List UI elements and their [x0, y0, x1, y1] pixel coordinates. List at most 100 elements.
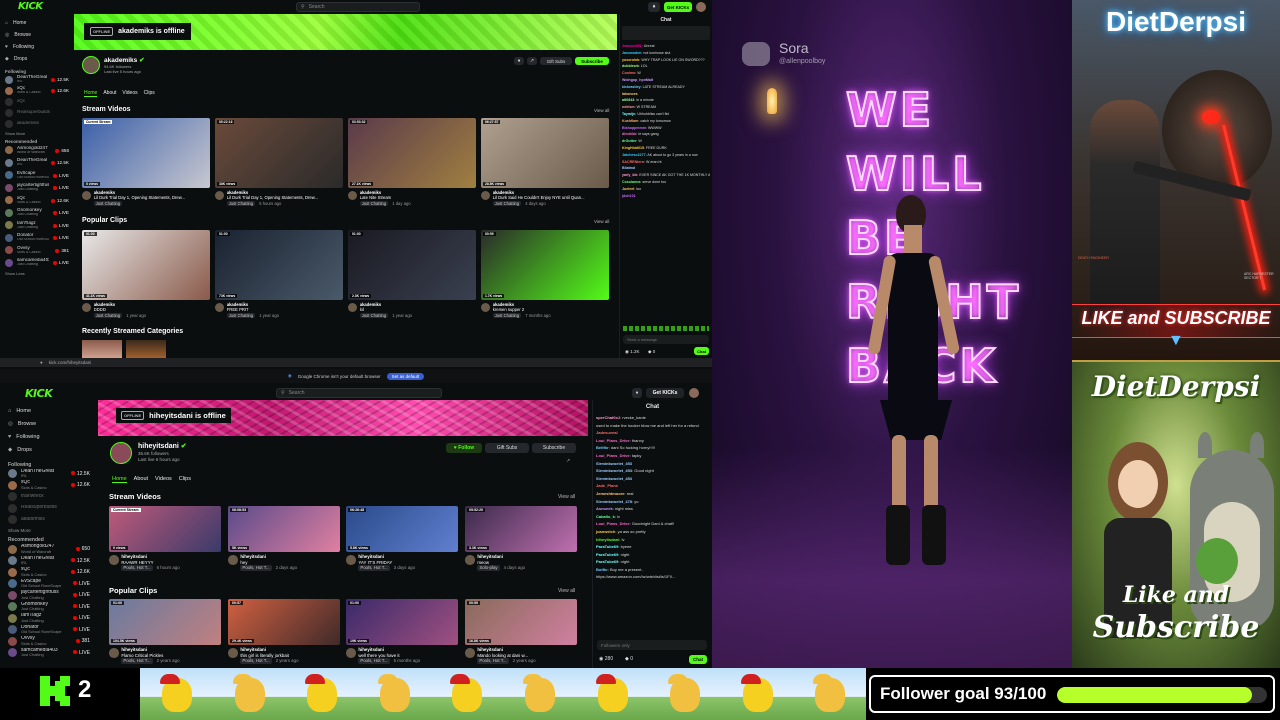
chat-username[interactable]: Jaxswoden	[622, 51, 641, 55]
category-tag[interactable]: Just Chatting	[359, 312, 389, 318]
sidebar-channel[interactable]: akademiks	[8, 514, 90, 526]
tab-about[interactable]: About	[103, 90, 116, 97]
avatar[interactable]	[696, 2, 706, 12]
chat-username[interactable]: hiheyitsdani	[596, 537, 619, 542]
share-icon[interactable]: ↗	[566, 458, 570, 464]
chat-username[interactable]: joanwelch	[596, 529, 615, 534]
category-thumbnail[interactable]	[126, 340, 166, 358]
chat-username[interactable]: Sirminkwoelet_453	[596, 476, 632, 481]
search-input[interactable]: ⚲ Search	[296, 2, 420, 12]
sidebar-channel[interactable]: Gnomonkey Just Chatting LIVE	[5, 207, 69, 220]
chat-username[interactable]: ParaTube69	[596, 552, 618, 557]
sidebar-channel[interactable]: EvScapeOld School RuneScapeLIVE	[8, 578, 90, 590]
sidebar-channel[interactable]: DeanTheGreat IRL 12.5K	[5, 157, 69, 170]
sidebar-channel[interactable]: samcamedia403 Just Chatting LIVE	[8, 647, 90, 659]
chat-username[interactable]: Bilatmd	[622, 166, 635, 170]
category-tag[interactable]: Just Chatting	[359, 200, 389, 206]
chat-username[interactable]: Bishoppmmm	[622, 126, 646, 130]
chat-username[interactable]: drGutter	[622, 139, 636, 143]
channel-avatar[interactable]	[110, 442, 132, 464]
chat-username[interactable]: sperChat0xJ	[596, 415, 620, 420]
chat-username[interactable]: Sirminkwoelet_453	[596, 461, 632, 466]
chat-username[interactable]: ParaTube69	[596, 544, 618, 549]
clip-thumbnail[interactable]: 01:00 41.1K views	[82, 230, 210, 300]
subscribe-button[interactable]: Subscribe	[575, 57, 609, 65]
chat-username[interactable]: Jatcheso2277	[622, 153, 646, 157]
sidebar-item-home[interactable]: ⌂ Home	[8, 404, 90, 417]
channel-avatar[interactable]	[82, 56, 100, 74]
category-tag[interactable]: Pools, Hot T...	[358, 658, 390, 664]
tab-about[interactable]: About	[134, 476, 148, 483]
category-thumbnail[interactable]	[82, 340, 122, 358]
chat-username[interactable]: yarly_kik	[622, 173, 637, 177]
chat-username[interactable]: lakonoes	[622, 92, 638, 96]
notifications-button[interactable]: ♦	[632, 388, 642, 398]
sidebar-channel[interactable]: xQc	[5, 96, 69, 107]
tab-videos[interactable]: Videos	[155, 476, 172, 483]
get-kicks-button[interactable]: Get KICKs	[664, 2, 692, 12]
view-all-videos-link[interactable]: View all	[594, 108, 609, 113]
clip-thumbnail[interactable]: 01:00 73K views	[215, 230, 343, 300]
sidebar-item-following[interactable]: ♥ Following	[8, 430, 90, 443]
share-button[interactable]: ↗	[527, 57, 537, 65]
sidebar-channel[interactable]: Asmongold247 World of Warcraft 650	[8, 543, 90, 555]
sidebar-channel[interactable]: DeanTheGreat IRL 12.5K	[8, 468, 90, 480]
category-tag[interactable]: Pools, Hot T...	[240, 658, 272, 664]
video-thumbnail[interactable]: 03:53:32 27.1K views	[348, 118, 476, 188]
category-tag[interactable]: Just Chatting	[226, 312, 256, 318]
tab-videos[interactable]: Videos	[122, 90, 137, 97]
sidebar-channel[interactable]: jaycartertightfuss Just Chatting LIVE	[5, 182, 69, 195]
video-thumbnail[interactable]: 05:22:16 38K views	[215, 118, 343, 188]
sidebar-channel[interactable]: DeanTheGreat IRL 12.5K	[8, 555, 90, 567]
clip-thumbnail[interactable]: 01:00 104.5K views	[109, 599, 221, 645]
tab-clips[interactable]: Clips	[179, 476, 191, 483]
chat-username[interactable]: ndelsm	[622, 105, 635, 109]
sidebar-channel[interactable]: trainwreck	[8, 491, 90, 503]
sidebar-channel[interactable]: Ovvsy Slots & Casino 381	[8, 635, 90, 647]
sidebar-item-drops[interactable]: ◆ Drops	[8, 444, 90, 457]
gift-subs-button[interactable]: Gift Subs	[540, 57, 572, 65]
sidebar-channel[interactable]: Realsuperbuilds	[8, 502, 90, 514]
set-default-button[interactable]: Set as default	[386, 372, 425, 380]
chat-username[interactable]: dobblewb	[622, 64, 639, 68]
show-less-link[interactable]: Show Less	[5, 271, 69, 276]
kick-logo[interactable]: KICK	[18, 1, 43, 12]
tab-home[interactable]: Home	[84, 90, 98, 97]
chat-username[interactable]: Sirminkwoelet_453	[596, 468, 632, 473]
sidebar-item-browse[interactable]: ◎ Browse	[8, 417, 90, 430]
chat-username[interactable]: jdoh101	[622, 194, 636, 198]
chat-username[interactable]: dleokikk	[622, 132, 636, 136]
chat-username[interactable]: Coolmo	[622, 71, 635, 75]
sidebar-channel[interactable]: IamTiagz Just Chatting LIVE	[8, 612, 90, 624]
category-tag[interactable]: Pools, Hot T...	[121, 658, 153, 664]
chat-username[interactable]: ParaTube69	[596, 559, 618, 564]
subscribe-button[interactable]: Subscribe	[532, 443, 576, 453]
chat-username[interactable]: Loui_Plans_Drive	[596, 453, 630, 458]
sidebar-channel[interactable]: DeanTheGreat IRL 12.5K	[5, 74, 69, 85]
follow-button[interactable]: ♥ Follow	[446, 443, 482, 453]
chat-username[interactable]: Jueleel	[622, 187, 634, 191]
category-tag[interactable]: Pools, Hot T...	[477, 658, 509, 664]
category-tag[interactable]: Solo-play	[477, 565, 500, 571]
chat-send-button[interactable]: Chat	[694, 347, 709, 355]
get-kicks-button[interactable]: Get KICKs	[646, 388, 684, 398]
video-thumbnail[interactable]: 06:08:53 5K views	[228, 506, 340, 552]
sidebar-channel[interactable]: xQc Slots & Casino 12.6K	[5, 85, 69, 96]
clip-thumbnail[interactable]: 01:00 2.3K views	[348, 230, 476, 300]
chat-input[interactable]: Send a message	[623, 335, 709, 344]
chat-username[interactable]: Jadesuveal	[596, 430, 618, 435]
clip-thumbnail[interactable]: 01:00 19K views	[346, 599, 458, 645]
avatar[interactable]	[689, 388, 699, 398]
sidebar-channel[interactable]: DonatorOld School RuneScapeLIVE	[8, 624, 90, 636]
show-more-link[interactable]: Show More	[5, 131, 69, 136]
chat-username[interactable]: SACRENtero	[622, 160, 644, 164]
category-tag[interactable]: Pools, Hot T...	[358, 565, 390, 571]
chat-username[interactable]: kickrastley	[622, 85, 641, 89]
video-thumbnail[interactable]: 06:26:48 5.8K views	[346, 506, 458, 552]
sidebar-channel[interactable]: Gnomonkey Just Chatting LIVE	[8, 601, 90, 613]
sidebar-channel[interactable]: xQc Slots & Casino 12.6K	[8, 479, 90, 491]
sidebar-item-home[interactable]: ⌂ Home	[5, 17, 69, 29]
chat-username[interactable]: KingHidd015	[622, 146, 644, 150]
video-thumbnail[interactable]: 06:27:57 28.5K views	[481, 118, 609, 188]
chat-username[interactable]: Jsmoon001	[622, 44, 642, 48]
